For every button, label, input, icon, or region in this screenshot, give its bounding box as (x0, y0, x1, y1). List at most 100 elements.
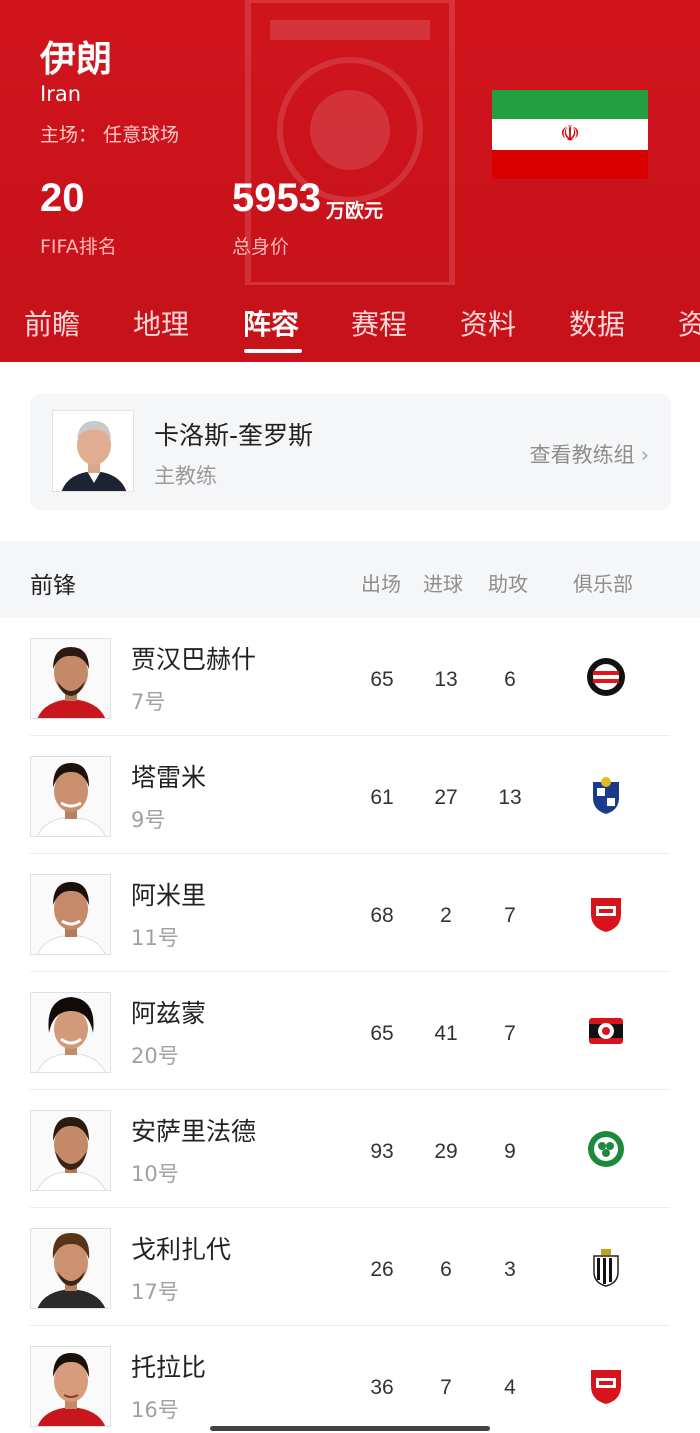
player-avatar (30, 874, 111, 955)
player-number: 17号 (131, 1280, 179, 1304)
coach-role: 主教练 (154, 464, 217, 488)
home-ground-value: 任意球场 (103, 124, 180, 146)
chevron-right-icon: › (640, 443, 649, 467)
tab-more[interactable]: 资 (678, 303, 700, 343)
col-header-assists: 助攻 (488, 572, 528, 596)
player-number: 20号 (131, 1044, 179, 1068)
section-title: 前锋 (30, 573, 76, 599)
iran-flag-icon: ☫ (492, 90, 648, 179)
market-value-unit: 万欧元 (326, 200, 384, 222)
player-apps: 65 (370, 668, 394, 691)
player-face-icon (37, 1117, 106, 1190)
player-goals: 13 (434, 668, 458, 691)
tab-schedule[interactable]: 赛程 (351, 303, 407, 343)
player-goals: 7 (440, 1376, 452, 1399)
player-goals: 6 (440, 1258, 452, 1281)
player-apps: 36 (370, 1376, 394, 1399)
player-apps: 26 (370, 1258, 394, 1281)
team-header: 伊朗 Iran 主场： 任意球场 20 FIFA排名 5953 万欧元 总身价 ☫ (0, 0, 700, 285)
player-face-icon (37, 997, 106, 1072)
col-header-apps: 出场 (361, 572, 401, 596)
player-number: 7号 (131, 690, 166, 714)
player-assists: 7 (504, 904, 516, 927)
player-apps: 68 (370, 904, 394, 927)
tab-info[interactable]: 资料 (460, 303, 516, 343)
player-goals: 29 (434, 1140, 458, 1163)
player-avatar (30, 1228, 111, 1309)
persepolis-crest-icon (591, 898, 621, 932)
tab-squad[interactable]: 阵容 (243, 303, 299, 343)
player-name: 塔雷米 (131, 763, 207, 792)
feyenoord-crest-icon (587, 658, 625, 696)
coach-avatar-icon (53, 411, 133, 491)
player-number: 10号 (131, 1162, 179, 1186)
player-row[interactable]: 安萨里法德 10号 93 29 9 (0, 1090, 700, 1208)
persepolis-crest-icon (591, 1370, 621, 1404)
omonoia-crest-icon (588, 1131, 624, 1167)
player-face-icon (37, 647, 106, 718)
player-name: 阿兹蒙 (131, 999, 207, 1028)
player-avatar (30, 756, 111, 837)
col-header-goals: 进球 (423, 572, 463, 596)
player-row[interactable]: 贾汉巴赫什 7号 65 13 6 (0, 618, 700, 736)
player-number: 9号 (131, 808, 166, 832)
player-row[interactable]: 阿米里 11号 68 2 7 (0, 854, 700, 972)
player-avatar (30, 1110, 111, 1191)
player-face-icon (37, 1353, 106, 1426)
player-list: 贾汉巴赫什 7号 65 13 6 塔雷米 9号 61 27 13 阿米里 11号… (0, 618, 700, 1433)
player-assists: 6 (504, 668, 516, 691)
team-name-en: Iran (40, 82, 82, 106)
player-avatar (30, 638, 111, 719)
player-goals: 41 (434, 1022, 458, 1045)
player-goals: 2 (440, 904, 452, 927)
leverkusen-crest-icon (589, 1018, 623, 1044)
coach-name: 卡洛斯-奎罗斯 (154, 421, 314, 450)
player-goals: 27 (434, 786, 458, 809)
flag-emblem-icon: ☫ (560, 121, 580, 147)
tab-preview[interactable]: 前瞻 (24, 303, 80, 343)
forwards-section-header: 前锋 出场 进球 助攻 俱乐部 (0, 541, 700, 618)
home-ground-label: 主场： (40, 124, 98, 146)
home-ground: 主场： 任意球场 (40, 120, 179, 147)
player-avatar (30, 1346, 111, 1427)
player-name: 阿米里 (131, 881, 207, 910)
market-value: 5953 (232, 176, 321, 220)
coach-card[interactable]: 卡洛斯-奎罗斯 主教练 查看教练组 › (30, 394, 671, 510)
porto-crest-icon (593, 777, 619, 814)
tab-bar: 前瞻 地理 阵容 赛程 资料 数据 资 (0, 285, 700, 362)
player-name: 戈利扎代 (131, 1235, 232, 1264)
player-apps: 65 (370, 1022, 394, 1045)
tab-geography[interactable]: 地理 (133, 303, 189, 343)
player-assists: 4 (504, 1376, 516, 1399)
market-value-label: 总身价 (232, 236, 290, 258)
player-name: 贾汉巴赫什 (131, 645, 257, 674)
player-face-icon (37, 1233, 106, 1308)
home-indicator[interactable] (210, 1426, 490, 1431)
view-coaching-staff-link[interactable]: 查看教练组 › (530, 439, 649, 469)
player-assists: 7 (504, 1022, 516, 1045)
player-apps: 93 (370, 1140, 394, 1163)
view-coaching-staff-label: 查看教练组 (529, 443, 635, 467)
player-row[interactable]: 戈利扎代 17号 26 6 3 (0, 1208, 700, 1326)
tab-stats[interactable]: 数据 (569, 303, 625, 343)
player-row[interactable]: 托拉比 16号 36 7 4 (0, 1326, 700, 1433)
player-face-icon (37, 763, 106, 836)
player-assists: 9 (504, 1140, 516, 1163)
player-name: 安萨里法德 (131, 1117, 257, 1146)
player-row[interactable]: 塔雷米 9号 61 27 13 (0, 736, 700, 854)
player-number: 16号 (131, 1398, 179, 1422)
player-assists: 13 (498, 786, 522, 809)
fifa-rank-label: FIFA排名 (40, 236, 117, 258)
player-apps: 61 (370, 786, 394, 809)
charleroi-crest-icon (593, 1249, 619, 1287)
player-face-icon (37, 882, 106, 954)
col-header-club: 俱乐部 (573, 572, 633, 596)
fifa-rank-value: 20 (40, 176, 85, 220)
player-name: 托拉比 (131, 1353, 207, 1382)
coach-photo (52, 410, 134, 492)
player-avatar (30, 992, 111, 1073)
team-name: 伊朗 (40, 39, 113, 80)
active-tab-indicator (244, 349, 302, 353)
player-row[interactable]: 阿兹蒙 20号 65 41 7 (0, 972, 700, 1090)
player-number: 11号 (131, 926, 179, 950)
